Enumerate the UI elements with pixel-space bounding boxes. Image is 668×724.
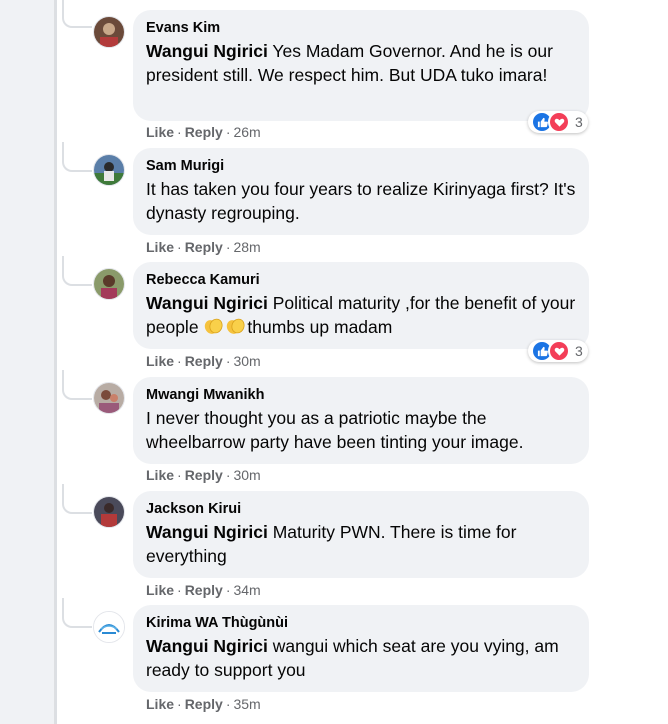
reply-button[interactable]: Reply	[185, 239, 223, 255]
mention-link[interactable]: Wangui Ngirici	[146, 41, 268, 61]
mention-link[interactable]: Wangui Ngirici	[146, 522, 268, 542]
avatar[interactable]	[93, 154, 125, 186]
comment-actions: Like · Reply · 28m	[146, 238, 261, 256]
thread-connector	[62, 370, 92, 400]
separator: ·	[177, 124, 182, 140]
reply-button[interactable]: Reply	[185, 696, 223, 712]
comment-text: Wangui Ngirici wangui which seat are you…	[146, 634, 576, 682]
comment-author[interactable]: Sam Murigi	[146, 157, 576, 175]
thread-connector	[62, 598, 92, 628]
reaction-count: 3	[575, 114, 583, 130]
reaction-summary[interactable]: 3	[528, 111, 588, 133]
like-button[interactable]: Like	[146, 582, 174, 598]
reply-button[interactable]: Reply	[185, 124, 223, 140]
like-button[interactable]: Like	[146, 467, 174, 483]
timestamp[interactable]: 26m	[233, 124, 260, 140]
separator: ·	[225, 696, 231, 712]
thread-connector	[62, 484, 92, 514]
like-button[interactable]: Like	[146, 696, 174, 712]
comment-bubble: Sam Murigi It has taken you four years t…	[133, 148, 589, 235]
person-photo-icon	[94, 383, 124, 413]
comment-actions: Like · Reply · 30m	[146, 466, 261, 484]
person-photo-icon	[94, 155, 124, 185]
separator: ·	[225, 582, 231, 598]
like-button[interactable]: Like	[146, 239, 174, 255]
thread-connector	[62, 256, 92, 286]
separator: ·	[177, 696, 182, 712]
separator: ·	[177, 467, 182, 483]
clapping-hands-emoji-icon	[225, 316, 247, 342]
separator: ·	[177, 582, 182, 598]
thread-connector	[62, 0, 92, 28]
person-photo-icon	[94, 17, 124, 47]
comment-actions: Like · Reply · 35m	[146, 695, 261, 713]
mention-link[interactable]: Wangui Ngirici	[146, 636, 268, 656]
like-button[interactable]: Like	[146, 124, 174, 140]
separator: ·	[177, 353, 182, 369]
comment-actions: Like · Reply · 26m	[146, 123, 261, 141]
comment-author[interactable]: Kirima WA Thùgùnùi	[146, 614, 576, 632]
timestamp[interactable]: 35m	[233, 696, 260, 712]
comment-bubble: Mwangi Mwanikh I never thought you as a …	[133, 377, 589, 464]
mention-link[interactable]: Wangui Ngirici	[146, 293, 268, 313]
separator: ·	[225, 239, 231, 255]
love-reaction-icon	[548, 111, 570, 133]
comment-author[interactable]: Evans Kim	[146, 19, 576, 37]
reaction-count: 3	[575, 343, 583, 359]
timestamp[interactable]: 30m	[233, 467, 260, 483]
logo-avatar-icon	[94, 612, 124, 642]
comment-text: Wangui Ngirici Yes Madam Governor. And h…	[146, 39, 576, 87]
comment-actions: Like · Reply · 34m	[146, 581, 261, 599]
comment-text: I never thought you as a patriotic maybe…	[146, 408, 524, 452]
clapping-hands-emoji-icon	[203, 316, 225, 342]
separator: ·	[225, 124, 231, 140]
person-photo-icon	[94, 269, 124, 299]
comment-bubble: Jackson Kirui Wangui Ngirici Maturity PW…	[133, 491, 589, 578]
reply-button[interactable]: Reply	[185, 467, 223, 483]
comment-body: thumbs up madam	[247, 317, 393, 337]
avatar[interactable]	[93, 16, 125, 48]
separator: ·	[177, 239, 182, 255]
thread-line	[55, 0, 57, 724]
comment-author[interactable]: Jackson Kirui	[146, 500, 576, 518]
separator: ·	[225, 353, 231, 369]
comment-text: It has taken you four years to realize K…	[146, 179, 576, 223]
separator: ·	[225, 467, 231, 483]
comment-actions: Like · Reply · 30m	[146, 352, 261, 370]
love-reaction-icon	[548, 340, 570, 362]
thread-connector	[62, 142, 92, 172]
timestamp[interactable]: 34m	[233, 582, 260, 598]
person-photo-icon	[94, 497, 124, 527]
avatar[interactable]	[93, 382, 125, 414]
comment-bubble: Rebecca Kamuri Wangui Ngirici Political …	[133, 262, 589, 349]
comment-bubble: Evans Kim Wangui Ngirici Yes Madam Gover…	[133, 10, 589, 121]
like-button[interactable]: Like	[146, 353, 174, 369]
comment-bubble: Kirima WA Thùgùnùi Wangui Ngirici wangui…	[133, 605, 589, 692]
comment-author[interactable]: Mwangi Mwanikh	[146, 386, 576, 404]
timestamp[interactable]: 30m	[233, 353, 260, 369]
comment-text: Wangui Ngirici Maturity PWN. There is ti…	[146, 520, 576, 568]
avatar[interactable]	[93, 611, 125, 643]
avatar[interactable]	[93, 496, 125, 528]
reply-button[interactable]: Reply	[185, 582, 223, 598]
timestamp[interactable]: 28m	[233, 239, 260, 255]
reply-button[interactable]: Reply	[185, 353, 223, 369]
comment-author[interactable]: Rebecca Kamuri	[146, 271, 576, 289]
comment-text: Wangui Ngirici Political maturity ,for t…	[146, 291, 576, 342]
reaction-summary[interactable]: 3	[528, 340, 588, 362]
avatar[interactable]	[93, 268, 125, 300]
